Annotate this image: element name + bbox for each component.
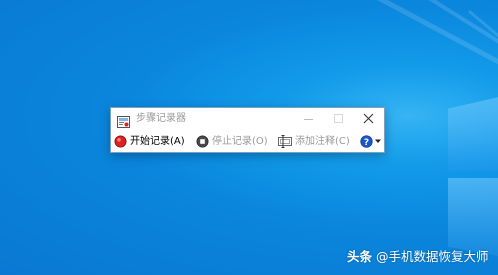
stop-record-button[interactable]: 停止记录(O) xyxy=(196,134,268,149)
window-title: 步骤记录器 xyxy=(136,113,186,124)
comment-icon xyxy=(278,135,292,148)
minimize-button[interactable] xyxy=(293,108,323,130)
stop-record-label: 停止记录(O) xyxy=(212,136,268,147)
toolbar: 开始记录(A) 停止记录(O) 添加注释(C) ? xyxy=(111,131,384,152)
close-button[interactable] xyxy=(353,108,383,130)
svg-text:?: ? xyxy=(364,138,369,148)
watermark-prefix: 头条 xyxy=(347,249,373,264)
stop-icon xyxy=(196,135,209,148)
start-record-label: 开始记录(A) xyxy=(130,136,185,147)
record-icon xyxy=(114,135,127,148)
watermark-handle: @手机数据恢复大师 xyxy=(376,249,489,264)
add-comment-button[interactable]: 添加注释(C) xyxy=(278,134,350,149)
watermark: 头条 @手机数据恢复大师 xyxy=(347,249,489,265)
maximize-button[interactable] xyxy=(323,108,353,130)
chevron-down-icon xyxy=(375,139,381,143)
close-icon xyxy=(363,113,374,124)
steps-recorder-window: 步骤记录器 开始记录(A) 停止记录(O) 添加注释(C) ? xyxy=(110,107,385,153)
windows-logo-pane xyxy=(448,178,498,258)
light-streak xyxy=(417,0,498,100)
windows-logo-pane xyxy=(448,95,498,171)
minimize-icon xyxy=(304,119,313,120)
help-icon: ? xyxy=(360,135,373,148)
maximize-icon xyxy=(334,114,343,123)
add-comment-label: 添加注释(C) xyxy=(295,136,350,147)
steps-recorder-icon xyxy=(117,113,130,128)
title-bar[interactable]: 步骤记录器 xyxy=(111,108,384,130)
start-record-button[interactable]: 开始记录(A) xyxy=(114,134,187,149)
help-button[interactable]: ? xyxy=(360,134,382,149)
